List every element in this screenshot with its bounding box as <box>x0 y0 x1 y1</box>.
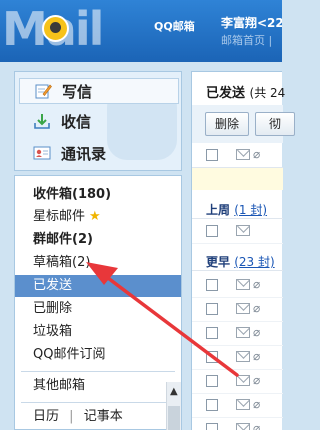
header-bar: Mail QQ邮箱 李富翔<22 邮箱首页 | <box>0 0 282 62</box>
row-checkbox[interactable] <box>206 375 218 387</box>
folder-starred[interactable]: 星标邮件 ★ <box>15 206 181 228</box>
folder-divider <box>21 402 175 403</box>
compose-button[interactable]: 写信 <box>19 78 179 104</box>
row-checkbox[interactable] <box>206 279 218 291</box>
quick-actions-panel: 写信 收信 通讯录 <box>14 71 182 171</box>
mail-row[interactable]: ⌀ <box>192 274 283 298</box>
paperclip-icon: ⌀ <box>253 277 261 291</box>
paperclip-icon: ⌀ <box>253 147 261 161</box>
permanent-delete-button[interactable]: 彻 <box>255 112 295 136</box>
envelope-icon <box>236 375 250 386</box>
mail-row[interactable] <box>192 220 283 244</box>
group-last-week-label: 上周 <box>206 203 231 217</box>
folder-spam[interactable]: 垃圾箱 <box>15 321 181 343</box>
row-checkbox[interactable] <box>206 303 218 315</box>
paperclip-icon: ⌀ <box>253 349 261 363</box>
envelope-icon <box>236 327 250 338</box>
paperclip-icon: ⌀ <box>253 373 261 387</box>
calendar-link[interactable]: 日历 <box>33 409 59 424</box>
envelope-icon <box>236 149 250 160</box>
scroll-up-icon[interactable]: ▲ <box>170 386 178 397</box>
folder-drafts[interactable]: 草稿箱(2) <box>15 252 181 274</box>
row-checkbox[interactable] <box>206 399 218 411</box>
mail-row[interactable]: ⌀ <box>192 394 283 418</box>
paperclip-icon: ⌀ <box>253 301 261 315</box>
receive-mail-button[interactable]: 收信 <box>19 108 179 134</box>
row-checkbox[interactable] <box>206 225 218 237</box>
folder-starred-label: 星标邮件 <box>33 209 86 224</box>
group-earlier-count[interactable]: (23 封) <box>234 255 274 269</box>
folder-group-mail[interactable]: 群邮件(2) <box>15 229 181 251</box>
folder-list: 收件箱(180) 星标邮件 ★ 群邮件(2) 草稿箱(2) 已发送 已删除 垃圾箱… <box>14 175 182 430</box>
envelope-icon <box>236 303 250 314</box>
download-tray-icon <box>33 112 51 130</box>
list-header: ⌀ <box>192 144 283 168</box>
folder-sent-label: 已发送 <box>33 278 73 293</box>
row-checkbox[interactable] <box>206 423 218 430</box>
paperclip-icon: ⌀ <box>253 325 261 339</box>
folder-divider <box>21 371 175 372</box>
scrollbar-thumb[interactable] <box>168 406 180 430</box>
envelope-icon <box>236 279 250 290</box>
mail-row[interactable]: ⌀ <box>192 370 283 394</box>
contacts-label: 通讯录 <box>61 144 107 163</box>
group-last-week: 上周 (1 封) <box>206 201 267 218</box>
envelope-icon <box>236 351 250 362</box>
folder-subscriptions-label: QQ邮件订阅 <box>33 347 106 362</box>
star-icon: ★ <box>89 209 101 224</box>
folder-inbox-label: 收件箱(180) <box>33 187 112 202</box>
row-checkbox[interactable] <box>206 351 218 363</box>
mail-count: (共 24 <box>249 86 286 100</box>
paperclip-icon: ⌀ <box>253 421 261 430</box>
delete-button[interactable]: 删除 <box>205 112 249 136</box>
folder-inbox[interactable]: 收件箱(180) <box>15 184 181 206</box>
folder-sent[interactable]: 已发送 <box>15 275 181 297</box>
address-card-icon <box>33 144 51 162</box>
folder-scrollbar[interactable]: ▲ <box>166 382 181 430</box>
compose-label: 写信 <box>62 82 93 101</box>
mail-row[interactable]: ⌀ <box>192 418 283 430</box>
contacts-button[interactable]: 通讯录 <box>19 140 179 166</box>
tools-row: 日历 | 记事本 <box>15 406 181 428</box>
envelope-icon <box>236 225 250 236</box>
penguin-icon <box>42 15 69 42</box>
group-earlier: 更早 (23 封) <box>206 253 275 270</box>
folder-deleted-label: 已删除 <box>33 301 73 316</box>
group-earlier-label: 更早 <box>206 255 231 269</box>
mail-row[interactable]: ⌀ <box>192 346 283 370</box>
folder-other-mailboxes[interactable]: 其他邮箱 <box>15 375 181 397</box>
qq-mail-logo[interactable]: Mail QQ邮箱 <box>2 2 197 56</box>
group-divider <box>192 218 283 219</box>
page-title-text: 已发送 <box>206 86 246 101</box>
paperclip-icon: ⌀ <box>253 397 261 411</box>
mailbox-home-link[interactable]: 邮箱首页 | <box>221 32 272 48</box>
page-title: 已发送 (共 24 <box>206 82 285 101</box>
folder-deleted[interactable]: 已删除 <box>15 298 181 320</box>
envelope-icon <box>236 423 250 430</box>
group-last-week-count[interactable]: (1 封) <box>234 203 267 217</box>
group-divider <box>192 270 283 271</box>
folder-other-label: 其他邮箱 <box>33 378 86 393</box>
logo-product-name: QQ邮箱 <box>154 20 195 33</box>
folder-drafts-label: 草稿箱(2) <box>33 255 91 270</box>
folder-subscriptions[interactable]: QQ邮件订阅 <box>15 344 181 366</box>
envelope-icon <box>236 399 250 410</box>
tools-separator: | <box>69 409 74 424</box>
pencil-note-icon <box>34 82 52 100</box>
notice-band <box>192 168 283 190</box>
mail-row[interactable]: ⌀ <box>192 322 283 346</box>
mail-row[interactable]: ⌀ <box>192 298 283 322</box>
receive-label: 收信 <box>61 112 92 131</box>
notepad-link[interactable]: 记事本 <box>84 409 123 424</box>
row-checkbox[interactable] <box>206 327 218 339</box>
folder-group-mail-label: 群邮件(2) <box>33 232 93 247</box>
select-all-checkbox[interactable] <box>206 149 218 161</box>
folder-spam-label: 垃圾箱 <box>33 324 73 339</box>
user-name: 李富翔<22 <box>221 16 282 30</box>
mail-list-panel: 已发送 (共 24 删除 彻 ⌀ 上周 (1 封) 更早 (23 封) ⌀ ⌀ … <box>191 71 295 430</box>
